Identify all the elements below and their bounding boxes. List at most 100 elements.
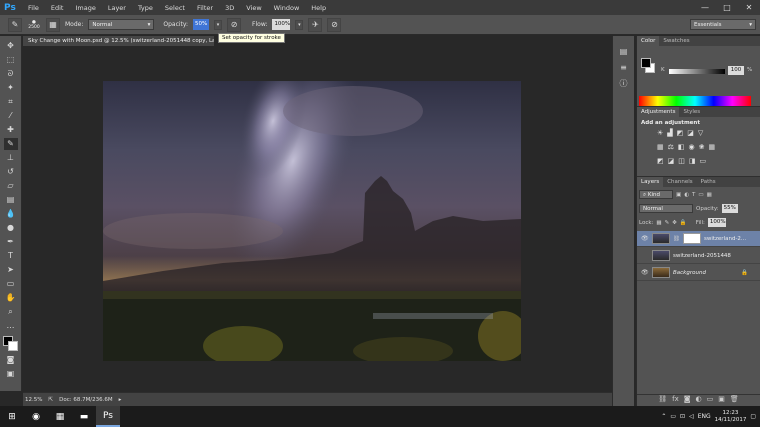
hand-tool-icon[interactable]: ✋ [4,292,18,304]
shape-tool-icon[interactable]: ▭ [4,278,18,290]
pressure-size-icon[interactable]: ⊘ [327,17,342,32]
flow-slider-toggle[interactable]: ▾ [295,19,304,30]
new-group-icon[interactable]: ▭ [707,395,714,406]
stamp-tool-icon[interactable]: ⊥ [4,152,18,164]
layer-mask-thumbnail[interactable] [682,233,701,244]
menu-file[interactable]: File [22,4,45,12]
menu-3d[interactable]: 3D [219,4,240,12]
color-swatches[interactable] [2,336,19,352]
crop-tool-icon[interactable]: ⌗ [4,96,18,108]
doc-info[interactable]: Doc: 68.7M/236.6M [59,397,113,403]
blend-mode-dropdown[interactable]: Normal [639,204,693,213]
threshold-icon[interactable]: ◫ [678,157,685,165]
clock[interactable]: 12:23 14/11/2017 [715,410,747,424]
filter-type-icon[interactable]: T [692,192,695,198]
path-select-tool-icon[interactable]: ➤ [4,264,18,276]
fx-icon[interactable]: fx [672,395,679,406]
network-icon[interactable]: ⊡ [680,413,685,420]
flow-input[interactable]: 100% [272,19,291,30]
filter-pixel-icon[interactable]: ▣ [676,192,681,198]
layer-opacity-input[interactable]: 55% [721,204,738,213]
tab-styles[interactable]: Styles [679,107,704,117]
fill-input[interactable]: 100% [707,218,726,227]
tab-paths[interactable]: Paths [697,177,720,187]
opacity-slider-toggle[interactable]: ▾ [214,19,223,30]
curves-icon[interactable]: ◩ [677,129,684,137]
calculator-icon[interactable]: ▦ [48,406,72,427]
status-export-icon[interactable]: ⇱ [48,397,53,403]
invert-icon[interactable]: ◩ [657,157,664,165]
lock-transparency-icon[interactable]: ▦ [656,220,661,226]
filter-smart-icon[interactable]: ▦ [707,192,712,198]
document-tab[interactable]: Sky Change with Moon.psd @ 12.5% (switze… [23,36,214,46]
color-balance-icon[interactable]: ⚖ [668,143,674,151]
photoshop-taskbar-icon[interactable]: Ps [96,406,120,427]
zoom-tool-icon[interactable]: ⌕ [4,306,18,318]
move-tool-icon[interactable]: ✥ [4,40,18,52]
eyedropper-tool-icon[interactable]: ⁄ [4,110,18,122]
black-white-icon[interactable]: ◧ [678,143,685,151]
k-slider[interactable] [669,69,725,74]
pressure-opacity-icon[interactable]: ⊘ [227,17,242,32]
volume-icon[interactable]: ◁ [689,413,694,420]
menu-view[interactable]: View [240,4,267,12]
menu-layer[interactable]: Layer [102,4,132,12]
posterize-icon[interactable]: ◪ [668,157,675,165]
quick-mask-icon[interactable]: ◙ [4,354,18,366]
display-icon[interactable]: ▭ [670,413,676,420]
brush-tool-preset-icon[interactable]: ✎ [8,17,22,32]
vibrance-icon[interactable]: ▽ [698,129,703,137]
lock-pixels-icon[interactable]: ✎ [665,220,670,226]
color-lookup-icon[interactable]: ▦ [709,143,716,151]
gradient-map-icon[interactable]: ▭ [700,157,707,165]
new-layer-icon[interactable]: ▣ [718,395,725,406]
layer-row[interactable]: 👁 Background 🔒 [637,265,760,281]
lock-all-icon[interactable]: 🔒 [680,220,687,226]
trash-icon[interactable]: 🗑 [730,395,739,406]
brightness-icon[interactable]: ☀ [657,129,663,137]
close-button[interactable]: ✕ [738,0,760,15]
airbrush-icon[interactable]: ✈ [308,17,323,32]
brush-size-picker[interactable]: ● 2500 [27,18,41,32]
language-indicator[interactable]: ENG [698,413,711,420]
levels-icon[interactable]: ▟ [667,129,672,137]
filter-shape-icon[interactable]: ▭ [698,192,703,198]
photo-filter-icon[interactable]: ◉ [689,143,695,151]
windows-start-icon[interactable]: ⊞ [0,406,24,427]
selective-color-icon[interactable]: ◨ [689,157,696,165]
brush-tool-icon[interactable]: ✎ [3,138,18,150]
channel-mixer-icon[interactable]: ❀ [699,143,705,151]
layer-row[interactable]: 👁 ⛓ switzerland-2... [637,231,760,247]
eye-icon[interactable]: 👁 [641,269,649,276]
chevron-right-icon[interactable]: ▸ [119,397,122,403]
menu-window[interactable]: Window [268,4,306,12]
info-panel-icon[interactable]: ⓘ [617,78,631,90]
opacity-input[interactable]: 50% [193,19,210,30]
menu-image[interactable]: Image [69,4,101,12]
history-brush-tool-icon[interactable]: ↺ [4,166,18,178]
eye-icon[interactable]: 👁 [641,235,649,242]
lasso-tool-icon[interactable]: ᘐ [4,68,18,80]
workspace-dropdown[interactable]: Essentials ▾ [690,19,756,30]
k-value-input[interactable]: 100 [728,66,744,75]
brush-panel-toggle-icon[interactable]: ▦ [46,17,60,32]
link-layers-icon[interactable]: ⛓ [658,395,667,406]
pen-tool-icon[interactable]: ✒ [4,236,18,248]
chrome-icon[interactable]: ◉ [24,406,48,427]
add-mask-icon[interactable]: ◙ [684,395,691,406]
zoom-level[interactable]: 12.5% [25,397,42,403]
history-panel-icon[interactable]: ▤ [617,46,631,58]
exposure-icon[interactable]: ◪ [687,129,694,137]
marquee-tool-icon[interactable]: ⬚ [4,54,18,66]
quick-select-tool-icon[interactable]: ✦ [4,82,18,94]
menu-edit[interactable]: Edit [45,4,70,12]
more-tools-icon[interactable]: … [4,320,18,332]
hue-saturation-icon[interactable]: ▦ [657,143,664,151]
tab-channels[interactable]: Channels [663,177,696,187]
healing-tool-icon[interactable]: ✚ [4,124,18,136]
mode-dropdown[interactable]: Normal ▾ [88,19,155,30]
menu-select[interactable]: Select [159,4,191,12]
eraser-tool-icon[interactable]: ▱ [4,180,18,192]
canvas-area[interactable] [23,46,612,392]
tab-layers[interactable]: Layers [637,177,664,187]
